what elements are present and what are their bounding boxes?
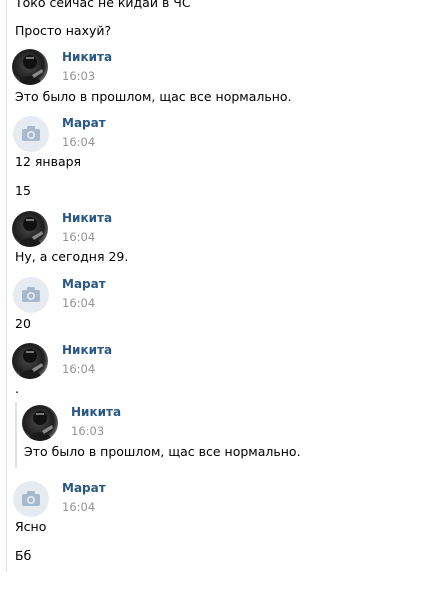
user-avatar-icon[interactable]	[22, 405, 58, 441]
message-text: 15	[15, 183, 31, 198]
message-time[interactable]: 16:03	[62, 69, 95, 83]
message-time[interactable]: 16:04	[62, 362, 95, 376]
author-name[interactable]: Марат	[62, 481, 106, 496]
message-text: Ясно	[15, 519, 47, 534]
author-name[interactable]: Никита	[62, 211, 112, 226]
message-text: 20	[15, 316, 31, 331]
message-time[interactable]: 16:04	[62, 230, 95, 244]
author-name[interactable]: Никита	[62, 343, 112, 358]
message-time[interactable]: 16:04	[62, 296, 95, 310]
message-time[interactable]: 16:04	[62, 135, 95, 149]
message-text: Это было в прошлом, щас все нормально.	[15, 89, 292, 104]
user-avatar-icon[interactable]	[12, 343, 48, 379]
message-text: Ну, а сегодня 29.	[15, 249, 129, 264]
author-name[interactable]: Марат	[62, 277, 106, 292]
quoted-message-time[interactable]: 16:03	[71, 424, 104, 438]
message-text: Бб	[15, 548, 32, 563]
camera-placeholder-icon[interactable]	[13, 116, 49, 152]
camera-placeholder-icon[interactable]	[13, 481, 49, 517]
quote-bar	[15, 402, 17, 468]
quoted-author-name[interactable]: Никита	[71, 405, 121, 420]
camera-placeholder-icon[interactable]	[13, 277, 49, 313]
quoted-message-text: Это было в прошлом, щас все нормально.	[24, 444, 301, 459]
author-name[interactable]: Никита	[62, 50, 112, 65]
left-divider	[6, 0, 7, 572]
user-avatar-icon[interactable]	[12, 211, 48, 247]
message-text: 12 января	[15, 154, 82, 169]
author-name[interactable]: Марат	[62, 116, 106, 131]
user-avatar-icon[interactable]	[12, 49, 48, 85]
chat-history: Токо сейчас не кидай в ЧС Просто нахуй? …	[0, 0, 440, 596]
message-text: Просто нахуй?	[15, 23, 112, 38]
message-time[interactable]: 16:04	[62, 500, 95, 514]
message-text: Токо сейчас не кидай в ЧС	[15, 0, 191, 10]
message-text: .	[15, 381, 19, 396]
